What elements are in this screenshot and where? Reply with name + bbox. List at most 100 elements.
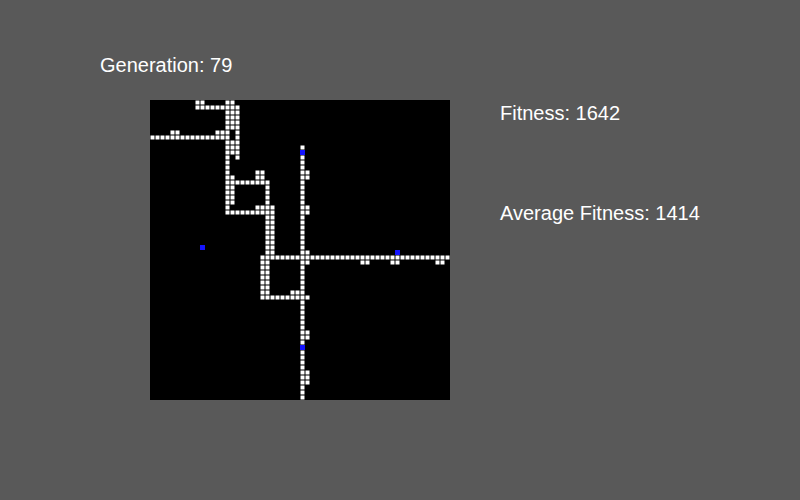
trail-cell — [266, 291, 270, 295]
trail-cell — [331, 256, 335, 260]
trail-cell — [301, 386, 305, 390]
trail-cell — [306, 376, 310, 380]
trail-cell — [261, 291, 265, 295]
trail-cell — [421, 256, 425, 260]
trail-cell — [226, 106, 230, 110]
trail-cell — [261, 286, 265, 290]
trail-cell — [231, 141, 235, 145]
trail-cell — [256, 206, 260, 210]
trail-cell — [176, 131, 180, 135]
trail-cell — [226, 121, 230, 125]
trail-cell — [231, 126, 235, 130]
trail-cell — [301, 196, 305, 200]
trail-cell — [231, 186, 235, 190]
trail-cell — [386, 256, 390, 260]
trail-cell — [301, 231, 305, 235]
trail-cell — [436, 256, 440, 260]
trail-cell — [431, 256, 435, 260]
trail-cell — [226, 166, 230, 170]
trail-cell — [241, 181, 245, 185]
trail-cell — [226, 186, 230, 190]
trail-cell — [236, 181, 240, 185]
trail-cell — [381, 256, 385, 260]
trail-cell — [301, 261, 305, 265]
trail-cell — [261, 181, 265, 185]
trail-cell — [301, 256, 305, 260]
trail-cell — [171, 131, 175, 135]
trail-cell — [306, 176, 310, 180]
trail-cell — [261, 211, 265, 215]
trail-cell — [291, 291, 295, 295]
trail-cell — [226, 201, 230, 205]
trail-cell — [266, 206, 270, 210]
trail-cell — [151, 136, 155, 140]
trail-cell — [201, 101, 205, 105]
trail-cell — [276, 256, 280, 260]
trail-cell — [301, 266, 305, 270]
trail-cell — [186, 136, 190, 140]
trail-cell — [301, 191, 305, 195]
trail-cell — [301, 211, 305, 215]
trail-cell — [296, 296, 300, 300]
trail-cell — [266, 261, 270, 265]
trail-cell — [231, 101, 235, 105]
trail-cell — [416, 256, 420, 260]
trail-cell — [256, 211, 260, 215]
trail-cell — [306, 256, 310, 260]
trail-cell — [166, 136, 170, 140]
trail-cell — [266, 256, 270, 260]
trail-cell — [301, 371, 305, 375]
trail-cell — [291, 296, 295, 300]
trail-cell — [156, 136, 160, 140]
trail-cell — [301, 226, 305, 230]
trail-cell — [301, 301, 305, 305]
trail-cell — [301, 156, 305, 160]
trail-cell — [281, 256, 285, 260]
trail-cell — [301, 221, 305, 225]
trail-cell — [301, 361, 305, 365]
food-cell — [200, 245, 205, 250]
trail-cell — [271, 231, 275, 235]
trail-cell — [211, 136, 215, 140]
trail-cell — [306, 211, 310, 215]
trail-cell — [271, 296, 275, 300]
trail-cell — [236, 116, 240, 120]
trail-cell — [296, 256, 300, 260]
trail-cell — [301, 376, 305, 380]
generation-label: Generation: 79 — [100, 52, 800, 78]
trail-cell — [361, 261, 365, 265]
trail-cell — [266, 266, 270, 270]
trail-cell — [266, 251, 270, 255]
trail-cell — [301, 161, 305, 165]
trail-cell — [301, 396, 305, 400]
trail-cell — [236, 121, 240, 125]
trail-cell — [441, 261, 445, 265]
trail-cell — [406, 256, 410, 260]
trail-cell — [271, 211, 275, 215]
trail-cell — [301, 296, 305, 300]
trail-cell — [436, 261, 440, 265]
trail-cell — [301, 331, 305, 335]
trail-cell — [266, 201, 270, 205]
stat-label: Fitness: 1642 — [500, 100, 700, 126]
trail-cell — [251, 181, 255, 185]
trail-cell — [226, 161, 230, 165]
trail-cell — [396, 261, 400, 265]
trail-cell — [441, 256, 445, 260]
stat-label: Average Fitness: 1414 — [500, 200, 700, 226]
trail-cell — [301, 326, 305, 330]
trail-cell — [281, 296, 285, 300]
trail-cell — [311, 256, 315, 260]
trail-cell — [261, 206, 265, 210]
trail-cell — [391, 256, 395, 260]
trail-cell — [396, 256, 400, 260]
trail-cell — [306, 331, 310, 335]
trail-cell — [301, 251, 305, 255]
food-cell — [395, 250, 400, 255]
trail-cell — [271, 246, 275, 250]
trail-cell — [266, 296, 270, 300]
trail-cell — [261, 256, 265, 260]
trail-cell — [236, 131, 240, 135]
trail-cell — [261, 281, 265, 285]
trail-cell — [231, 116, 235, 120]
